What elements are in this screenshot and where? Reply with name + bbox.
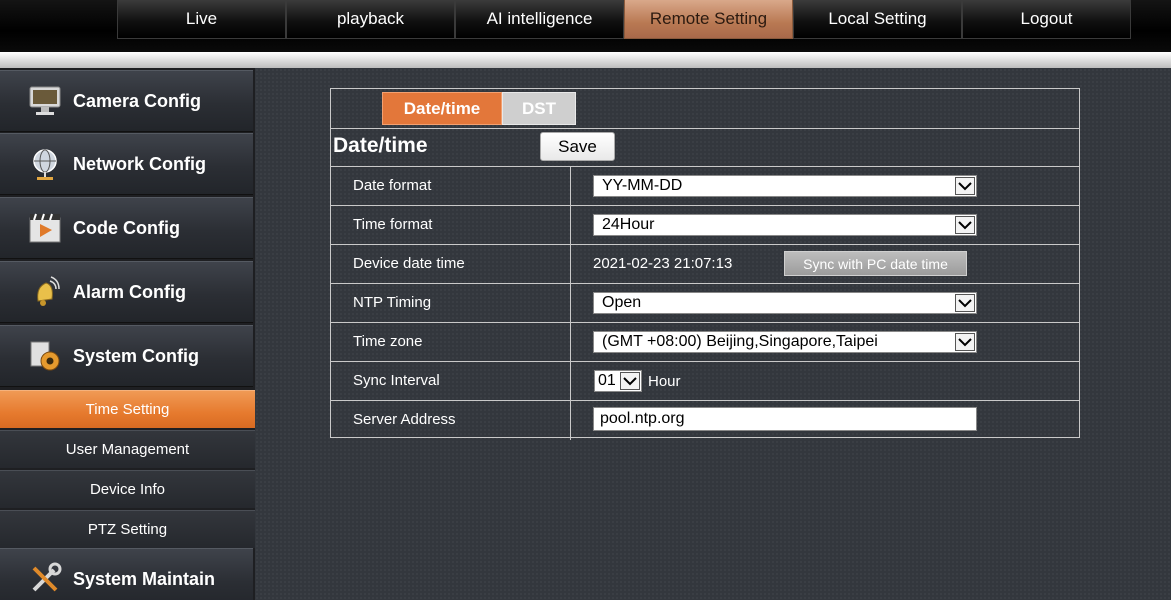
sidebar-item-label: Alarm Config: [73, 281, 187, 302]
column-divider: [570, 167, 571, 206]
column-divider: [570, 362, 571, 401]
top-nav-tabs: Live playback AI intelligence Remote Set…: [117, 0, 1131, 39]
tab-logout[interactable]: Logout: [962, 0, 1131, 39]
globe-icon: [25, 144, 65, 184]
save-button[interactable]: Save: [540, 132, 615, 161]
sidebar-subitem-device-info[interactable]: Device Info: [0, 470, 255, 508]
time-format-value: 24Hour: [602, 216, 655, 233]
date-format-value: YY-MM-DD: [602, 177, 683, 194]
server-address-input[interactable]: pool.ntp.org: [593, 407, 977, 431]
sync-interval-select[interactable]: 01: [594, 370, 642, 392]
datetime-settings-panel: Date/time DST Date/time Save Date format…: [330, 88, 1080, 440]
sidebar-item-system-config[interactable]: System Config: [0, 325, 253, 387]
row-server-address: Server Address pool.ntp.org: [331, 401, 1079, 440]
row-time-format: Time format 24Hour: [331, 206, 1079, 245]
time-zone-label: Time zone: [353, 333, 423, 350]
page-title: Date/time: [333, 134, 428, 157]
video-play-icon: [25, 208, 65, 248]
device-datetime-label: Device date time: [353, 255, 465, 272]
device-datetime-value: 2021-02-23 21:07:13: [593, 255, 733, 272]
row-ntp-timing: NTP Timing Open: [331, 284, 1079, 323]
sync-interval-unit: Hour: [648, 373, 681, 390]
column-divider: [570, 206, 571, 245]
ntp-timing-select[interactable]: Open: [593, 292, 977, 314]
tab-local-setting[interactable]: Local Setting: [793, 0, 962, 39]
sidebar-item-label: System Config: [73, 345, 200, 366]
row-device-datetime: Device date time 2021-02-23 21:07:13 Syn…: [331, 245, 1079, 284]
row-time-zone: Time zone (GMT +08:00) Beijing,Singapore…: [331, 323, 1079, 362]
tab-playback[interactable]: playback: [286, 0, 455, 39]
column-divider: [570, 323, 571, 362]
column-divider: [570, 401, 571, 440]
column-divider: [570, 284, 571, 323]
sync-pc-time-button[interactable]: Sync with PC date time: [784, 251, 967, 276]
chevron-down-icon: [955, 333, 975, 351]
chevron-down-icon: [955, 294, 975, 312]
top-navigation-bar: Live playback AI intelligence Remote Set…: [0, 0, 1171, 52]
sidebar-item-camera-config[interactable]: Camera Config: [0, 70, 253, 132]
server-address-label: Server Address: [353, 411, 456, 428]
tab-datetime[interactable]: Date/time: [382, 92, 502, 125]
time-format-select[interactable]: 24Hour: [593, 214, 977, 236]
sync-interval-label: Sync Interval: [353, 372, 440, 389]
sidebar-item-alarm-config[interactable]: Alarm Config: [0, 261, 253, 323]
time-zone-value: (GMT +08:00) Beijing,Singapore,Taipei: [602, 333, 878, 350]
monitor-icon: [25, 81, 65, 121]
chevron-down-icon: [620, 372, 640, 390]
sidebar-item-label: Camera Config: [73, 90, 202, 111]
column-divider: [570, 245, 571, 284]
sidebar-subitem-time-setting[interactable]: Time Setting: [0, 390, 255, 428]
tab-ai-intelligence[interactable]: AI intelligence: [455, 0, 624, 39]
chevron-down-icon: [955, 177, 975, 195]
panel-tab-row: Date/time DST: [331, 89, 1079, 129]
sidebar-item-code-config[interactable]: Code Config: [0, 197, 253, 259]
tab-dst[interactable]: DST: [502, 92, 576, 125]
sidebar-item-label: Code Config: [73, 217, 180, 238]
panel-header: Date/time Save: [331, 129, 1079, 167]
sync-interval-value: 01: [598, 372, 616, 389]
time-zone-select[interactable]: (GMT +08:00) Beijing,Singapore,Taipei: [593, 331, 977, 353]
row-date-format: Date format YY-MM-DD: [331, 167, 1079, 206]
alarm-bell-icon: [25, 272, 65, 312]
ntp-timing-label: NTP Timing: [353, 294, 432, 311]
time-format-label: Time format: [353, 216, 433, 233]
tab-live[interactable]: Live: [117, 0, 286, 39]
sidebar-item-system-maintain[interactable]: System Maintain: [0, 548, 253, 600]
tab-remote-setting[interactable]: Remote Setting: [624, 0, 793, 39]
ntp-timing-value: Open: [602, 294, 642, 311]
sidebar-item-network-config[interactable]: Network Config: [0, 133, 253, 195]
date-format-label: Date format: [353, 177, 432, 194]
chevron-down-icon: [955, 216, 975, 234]
sidebar: Camera Config Network Config Code Config…: [0, 68, 255, 600]
sidebar-item-label: Network Config: [73, 153, 206, 174]
header-divider: [0, 52, 1171, 68]
tools-icon: [25, 559, 65, 599]
sidebar-subitem-user-management[interactable]: User Management: [0, 430, 255, 468]
sidebar-item-label: System Maintain: [73, 568, 216, 589]
row-sync-interval: Sync Interval 01 Hour: [331, 362, 1079, 401]
system-gear-icon: [25, 336, 65, 376]
date-format-select[interactable]: YY-MM-DD: [593, 175, 977, 197]
sidebar-subitem-ptz-setting[interactable]: PTZ Setting: [0, 510, 255, 548]
